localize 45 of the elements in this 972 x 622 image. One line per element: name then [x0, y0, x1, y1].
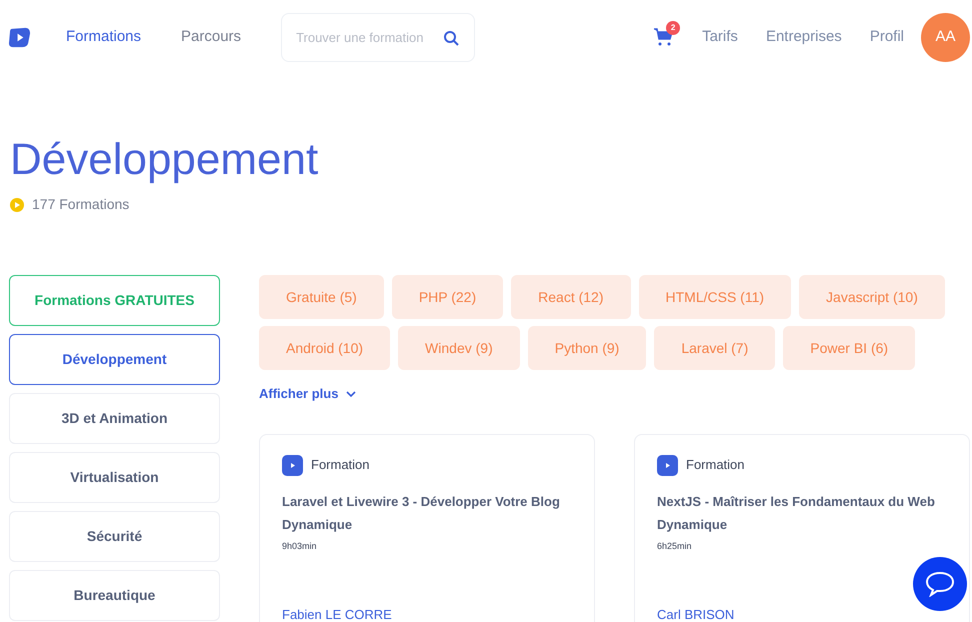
- course-duration: 6h25min: [657, 540, 693, 552]
- page-title: Développement: [10, 134, 320, 186]
- chat-bubble-icon: [925, 571, 955, 597]
- tag-chip[interactable]: React (12): [511, 275, 630, 319]
- course-type: Formation: [311, 456, 370, 474]
- tag-chip[interactable]: HTML/CSS (11): [638, 275, 792, 319]
- nav-link[interactable]: Tarifs: [702, 26, 738, 48]
- course-card[interactable]: Formation Laravel et Livewire 3 - Développer Votre Blog Dynamique 9h03min Fabien LE CORRE: [259, 434, 595, 622]
- course-title: NextJS - Maîtriser les Fondamentaux du Web Dynamique: [657, 492, 936, 534]
- tag-chip[interactable]: Power BI (6): [783, 326, 916, 370]
- play-icon: [10, 198, 24, 212]
- cart-badge: 2: [666, 21, 680, 35]
- chat-button[interactable]: [913, 557, 967, 611]
- play-icon: [657, 454, 678, 476]
- course-count: 177 Formations: [32, 195, 130, 214]
- category-item[interactable]: Sécurité: [9, 511, 220, 562]
- search-icon[interactable]: [443, 30, 460, 46]
- tag-chip[interactable]: Android (10): [259, 326, 390, 370]
- show-more-link[interactable]: Afficher plus: [259, 384, 356, 404]
- logo-icon[interactable]: [8, 26, 31, 48]
- category-item[interactable]: Bureautique: [9, 570, 220, 621]
- tag-chip[interactable]: Laravel (7): [654, 326, 776, 370]
- nav-link[interactable]: Entreprises: [766, 26, 842, 48]
- avatar[interactable]: AA: [921, 12, 970, 62]
- cart-icon[interactable]: [654, 28, 674, 46]
- nav-link[interactable]: Formations: [66, 26, 142, 48]
- tag-chip[interactable]: Gratuite (5): [259, 275, 384, 319]
- course-title: Laravel et Livewire 3 - Développer Votre Blog Dynamique: [282, 492, 561, 534]
- category-item[interactable]: Développement: [9, 334, 220, 385]
- category-item[interactable]: Formations GRATUITES: [9, 275, 220, 326]
- author-link[interactable]: Carl BRISON: [657, 605, 947, 622]
- play-icon: [282, 454, 303, 476]
- author-link[interactable]: Fabien LE CORRE: [282, 605, 572, 622]
- tag-chip[interactable]: Javascript (10): [799, 275, 945, 319]
- tag-chip[interactable]: PHP (22): [392, 275, 504, 319]
- nav-link[interactable]: Parcours: [181, 26, 242, 48]
- course-type: Formation: [686, 456, 745, 474]
- category-item[interactable]: 3D et Animation: [9, 393, 220, 444]
- tag-chip[interactable]: Python (9): [528, 326, 646, 370]
- course-duration: 9h03min: [282, 540, 318, 552]
- nav-link[interactable]: Profil: [870, 26, 904, 48]
- chevron-down-icon: [346, 390, 356, 397]
- category-item[interactable]: Virtualisation: [9, 452, 220, 503]
- tag-chip[interactable]: Windev (9): [398, 326, 520, 370]
- search-field[interactable]: Trouver une formation: [281, 12, 476, 62]
